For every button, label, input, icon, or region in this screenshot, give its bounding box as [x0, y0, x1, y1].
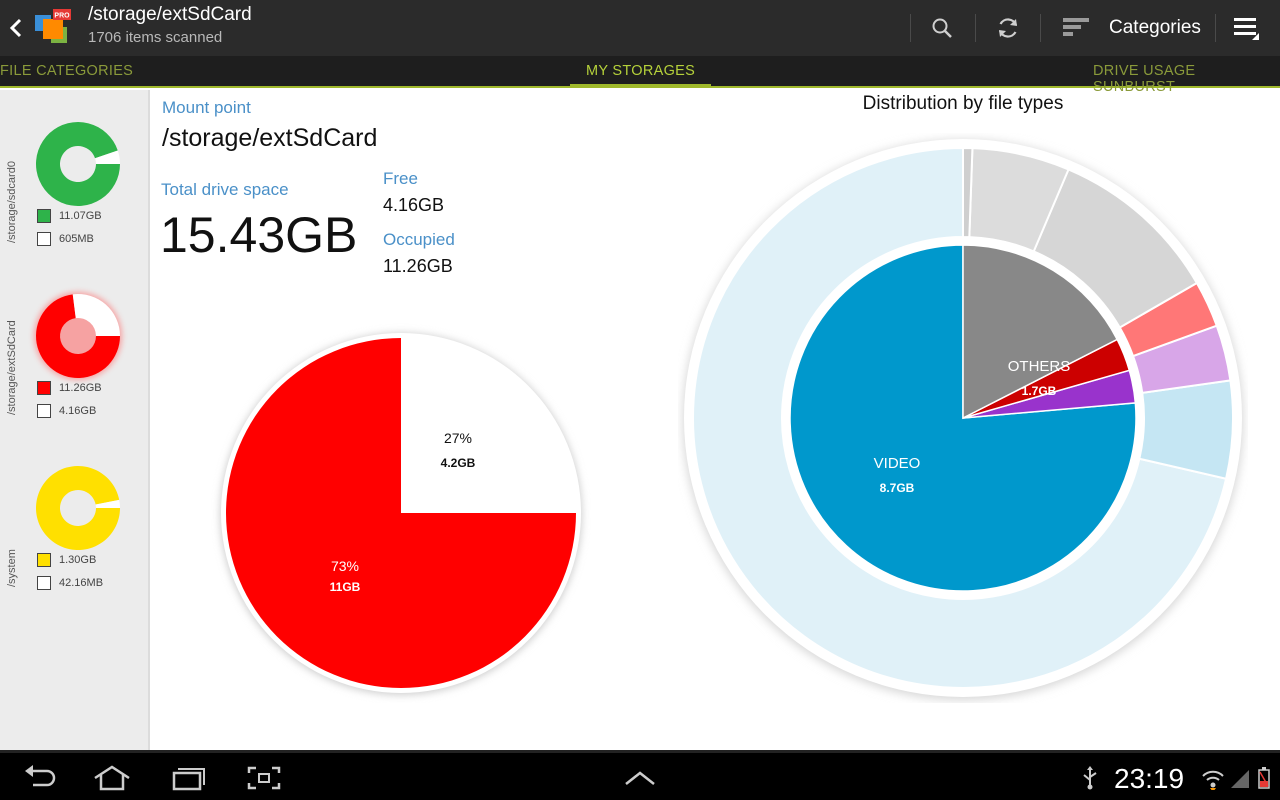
occupied-pct-label: 73% [330, 558, 360, 574]
back-icon [25, 765, 56, 787]
system-nav-bar: 23:19 [0, 750, 1280, 800]
sort-icon [1063, 18, 1089, 36]
legend-used: 11.07GB [37, 208, 102, 224]
clock: 23:19 [1114, 763, 1185, 794]
overflow-menu-button[interactable] [1226, 8, 1266, 48]
divider [1040, 14, 1041, 42]
search-button[interactable] [922, 8, 962, 48]
used-color-swatch [37, 553, 51, 567]
others-size-label: 1.7GB [1021, 384, 1057, 398]
free-size: 605MB [59, 233, 94, 245]
storage-donut-chart [36, 466, 121, 550]
home-button[interactable] [88, 763, 136, 793]
used-size: 1.30GB [59, 554, 97, 566]
storage-name: /storage/extSdCard [6, 320, 18, 415]
legend-used: 11.26GB [37, 380, 102, 396]
back-button[interactable] [15, 763, 63, 793]
storage-name: /system [6, 549, 18, 587]
used-color-swatch [37, 381, 51, 395]
file-type-distribution-chart [683, 139, 1243, 700]
free-color-swatch [37, 404, 51, 418]
tab-drive-usage-sunburst[interactable]: DRIVE USAGE SUNBURST [1093, 63, 1280, 95]
active-tab-indicator [570, 84, 711, 87]
screenshot-button[interactable] [240, 763, 288, 793]
back-arrow-icon[interactable] [6, 12, 28, 44]
signal-icon [1226, 763, 1254, 793]
storage-list-panel: /storage/sdcard0 11.07GB 605MB /storage/… [0, 90, 150, 750]
free-label: Free [383, 169, 418, 188]
free-color-swatch [37, 576, 51, 590]
storage-name: /storage/sdcard0 [6, 161, 18, 243]
divider [910, 14, 911, 42]
donut [36, 121, 120, 206]
used-color-swatch [37, 209, 51, 223]
video-label: VIDEO [873, 455, 921, 472]
free-color-swatch [37, 232, 51, 246]
screenshot-icon [247, 766, 281, 790]
mount-point-label: Mount point [162, 98, 251, 117]
refresh-icon [998, 18, 1018, 38]
wifi-icon [1196, 763, 1230, 793]
recent-apps-icon [172, 768, 205, 791]
items-scanned-subtitle: 1706 items scanned [88, 29, 223, 46]
pie-slice-free [401, 338, 576, 513]
total-space-label: Total drive space [161, 180, 289, 199]
mount-point-value: /storage/extSdCard [162, 124, 378, 152]
tab-bar: FILE CATEGORIES MY STORAGES DRIVE USAGE … [0, 56, 1280, 95]
others-label: OTHERS [1007, 358, 1071, 375]
storage-item-sdcard0[interactable]: /storage/sdcard0 11.07GB 605MB [0, 110, 150, 270]
inner-pie [789, 244, 1137, 592]
legend-used: 1.30GB [37, 552, 96, 568]
sort-button[interactable] [1056, 8, 1096, 48]
pro-badge: PRO [54, 13, 70, 20]
search-icon [932, 18, 952, 38]
used-size: 11.07GB [59, 210, 102, 222]
legend-free: 605MB [37, 231, 94, 247]
used-size: 11.26GB [59, 382, 102, 394]
usb-status-icon [1070, 763, 1110, 793]
action-bar: PRO /storage/extSdCard 1706 items scanne… [0, 0, 1280, 56]
legend-free: 4.16GB [37, 403, 96, 419]
storage-item-system[interactable]: /system 1.30GB 42.16MB [0, 454, 150, 614]
categories-button[interactable]: Categories [1109, 17, 1201, 39]
divider [1215, 14, 1216, 42]
menu-icon [1234, 18, 1259, 40]
chevron-up-icon [625, 771, 655, 785]
free-size: 4.16GB [59, 405, 97, 417]
total-space-value: 15.43GB [160, 207, 358, 263]
refresh-button[interactable] [988, 8, 1028, 48]
legend-free: 42.16MB [37, 575, 103, 591]
tab-my-storages[interactable]: MY STORAGES [586, 63, 695, 79]
battery-icon [1252, 763, 1276, 793]
storage-item-extsdcard[interactable]: /storage/extSdCard 11.26GB 4.16GB [0, 282, 150, 442]
recent-apps-button[interactable] [164, 763, 212, 793]
usage-pie-chart [220, 333, 582, 695]
free-size-label: 4.2GB [440, 456, 476, 470]
expand-up-button[interactable] [616, 763, 664, 793]
occupied-value: 11.26GB [383, 256, 453, 276]
video-size-label: 8.7GB [879, 481, 915, 495]
free-size: 42.16MB [59, 577, 104, 589]
divider [975, 14, 976, 42]
storage-donut-chart [34, 292, 122, 380]
home-icon [94, 765, 130, 791]
occupied-label: Occupied [383, 230, 455, 249]
occupied-size-label: 11GB [329, 580, 361, 594]
app-logo: PRO [33, 7, 73, 47]
free-value: 4.16GB [383, 195, 445, 215]
storage-donut-chart [36, 121, 120, 206]
donut [36, 466, 121, 550]
distribution-title: Distribution by file types [862, 93, 1064, 114]
free-pct-label: 27% [443, 430, 473, 446]
current-path-title: /storage/extSdCard [88, 4, 252, 25]
tab-file-categories[interactable]: FILE CATEGORIES [0, 63, 133, 79]
